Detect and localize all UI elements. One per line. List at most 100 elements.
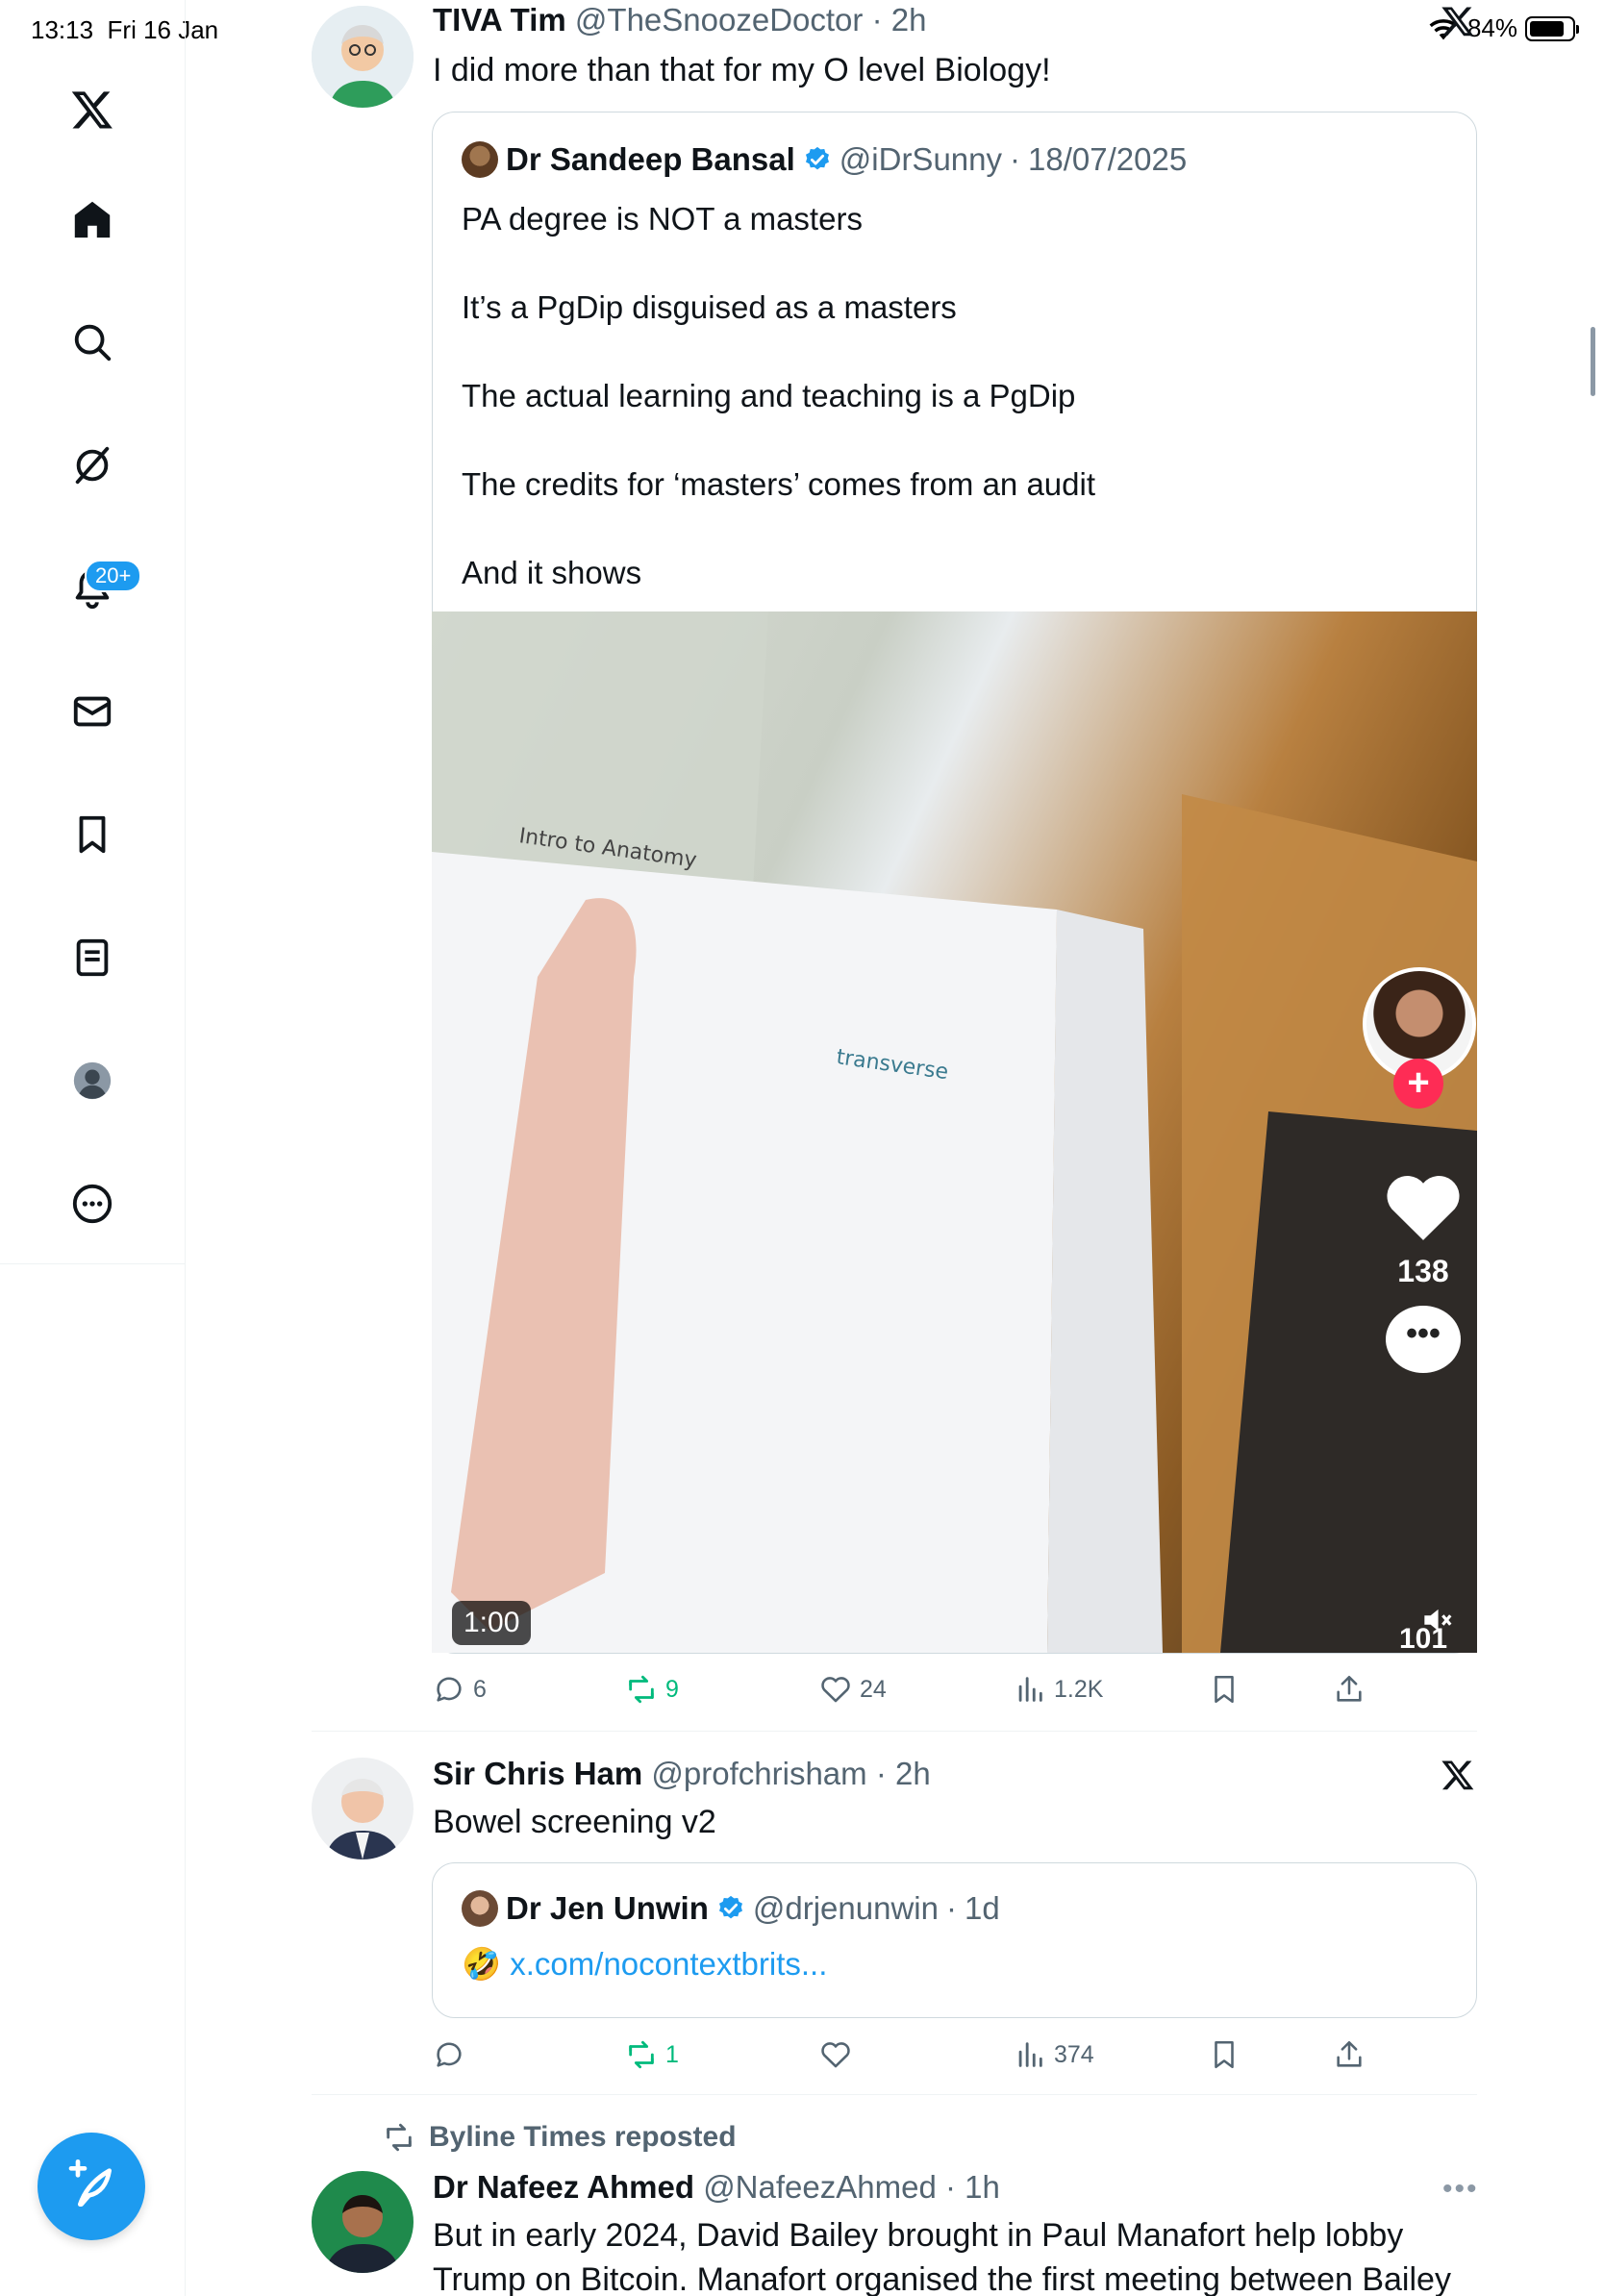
views-count: 374 xyxy=(1054,2040,1094,2068)
quoted-line: PA degree is NOT a masters xyxy=(462,201,863,237)
quoted-author-handle: @iDrSunny xyxy=(839,141,1003,177)
quoted-author-name: Dr Sandeep Bansal xyxy=(506,141,795,177)
sidebar-divider xyxy=(0,1263,186,1264)
tweet-divider xyxy=(312,1731,1477,1732)
quoted-author-name: Dr Jen Unwin xyxy=(506,1890,709,1926)
tweet-more-options-icon[interactable]: ••• xyxy=(1442,2173,1479,2206)
mute-icon[interactable] xyxy=(1418,1602,1455,1638)
compose-post-button[interactable] xyxy=(38,2133,145,2240)
x-logo-icon xyxy=(1441,7,1474,37)
share-button[interactable] xyxy=(1333,2038,1366,2071)
author-name[interactable]: Dr Nafeez Ahmed xyxy=(433,2169,694,2205)
tweet-text: I did more than that for my O level Biol… xyxy=(433,52,1051,88)
tweet-author-avatar[interactable] xyxy=(312,1758,414,1859)
verified-badge-icon xyxy=(805,146,829,170)
quoted-author-avatar xyxy=(462,1890,498,1927)
tweet-actions: 6 9 24 1.2K xyxy=(433,1673,1394,1715)
tweet-time[interactable]: 1h xyxy=(965,2169,1000,2205)
tweet-time[interactable]: 2h xyxy=(891,2,927,37)
views-count: 1.2K xyxy=(1054,1675,1104,1703)
share-icon xyxy=(1337,1675,1362,1702)
views-button[interactable]: 374 xyxy=(1014,2038,1094,2071)
quoted-tweet-header: Dr Jen Unwin @drjenunwin · 1d xyxy=(462,1890,1000,1927)
repost-label: Byline Times reposted xyxy=(429,2121,737,2153)
quoted-line: It’s a PgDip disguised as a masters xyxy=(462,289,957,325)
repost-icon xyxy=(387,2123,412,2152)
repost-button[interactable]: 1 xyxy=(625,2038,679,2071)
like-count: 24 xyxy=(860,1675,887,1703)
quoted-author-handle: @drjenunwin xyxy=(752,1890,939,1926)
bookmark-icon xyxy=(1215,2040,1234,2069)
quoted-tweet-text: 🤣 x.com/nocontextbrits... xyxy=(462,1946,827,1984)
repost-count: 9 xyxy=(665,1675,679,1703)
tweet-author-avatar[interactable] xyxy=(312,6,414,108)
author-name[interactable]: Sir Chris Ham xyxy=(433,1756,642,1791)
quoted-tweet-time: 1d xyxy=(964,1890,1000,1926)
quoted-line: The actual learning and teaching is a Pg… xyxy=(462,378,1076,413)
reply-button[interactable]: 6 xyxy=(433,1673,487,1706)
notifications-badge: 20+ xyxy=(85,560,142,592)
repost-icon xyxy=(629,1675,654,1704)
bookmark-button[interactable] xyxy=(1208,1673,1241,1706)
like-button[interactable] xyxy=(819,2038,860,2071)
bookmarks-icon[interactable] xyxy=(62,804,123,865)
reply-icon xyxy=(437,2042,462,2067)
views-chart-icon xyxy=(1018,1677,1042,1702)
video-duration: 1:00 xyxy=(452,1601,532,1645)
author-handle[interactable]: @TheSnoozeDoctor xyxy=(575,2,863,37)
home-icon[interactable] xyxy=(62,188,123,250)
like-heart-icon xyxy=(821,1677,850,1703)
author-handle[interactable]: @NafeezAhmed xyxy=(703,2169,937,2205)
video-like-count: 138 xyxy=(1397,1254,1449,1288)
share-button[interactable] xyxy=(1333,1673,1366,1706)
more-options-icon[interactable] xyxy=(62,1173,123,1235)
quoted-line: And it shows xyxy=(462,555,642,590)
video-like-icon[interactable] xyxy=(1384,1169,1463,1242)
tweet-header: Dr Nafeez Ahmed @NafeezAhmed · 1h xyxy=(433,2169,1000,2205)
quoted-author-avatar xyxy=(462,141,498,178)
like-heart-icon xyxy=(821,2042,850,2068)
repost-button[interactable]: 9 xyxy=(625,1673,679,1706)
tweet-text-line: But in early 2024, David Bailey brought … xyxy=(433,2217,1404,2254)
search-icon[interactable] xyxy=(62,312,123,373)
quoted-link[interactable]: x.com/nocontextbrits... xyxy=(510,1946,827,1982)
quoted-tweet-card[interactable]: Dr Jen Unwin @drjenunwin · 1d 🤣 x.com/noco… xyxy=(432,1862,1477,2018)
quoted-tweet-date: 18/07/2025 xyxy=(1028,141,1188,177)
tweet-header: Sir Chris Ham @profchrisham · 2h xyxy=(433,1756,931,1791)
quoted-line: The credits for ‘masters’ comes from an … xyxy=(462,466,1096,502)
video-frame: Intro to Anatomy transverse xyxy=(432,611,1477,1653)
like-button[interactable]: 24 xyxy=(819,1673,887,1706)
verified-badge-icon xyxy=(718,1895,742,1919)
tweet-divider xyxy=(312,2094,1477,2095)
scrollbar-thumb[interactable] xyxy=(1591,327,1595,396)
quoted-tweet-header: Dr Sandeep Bansal @iDrSunny · 18/07/2025 xyxy=(462,141,1187,178)
lists-icon[interactable] xyxy=(62,927,123,988)
reply-button[interactable] xyxy=(433,2038,473,2071)
quoted-tweet-text: PA degree is NOT a masters It’s a PgDip … xyxy=(462,197,1095,595)
messages-envelope-icon[interactable] xyxy=(62,681,123,742)
author-handle[interactable]: @profchrisham xyxy=(651,1756,866,1791)
reply-count: 6 xyxy=(473,1675,487,1703)
bookmark-icon xyxy=(1215,1675,1234,1704)
bookmark-button[interactable] xyxy=(1208,2038,1241,2071)
views-button[interactable]: 1.2K xyxy=(1014,1673,1103,1706)
tweet-text: Bowel screening v2 xyxy=(433,1804,716,1840)
tweet-header: TIVA Tim @TheSnoozeDoctor · 2h xyxy=(433,2,927,37)
share-icon xyxy=(1337,2040,1362,2067)
emoji: 🤣 xyxy=(462,1946,502,1982)
compose-feather-icon xyxy=(68,2159,112,2207)
sidebar-nav: 20+ xyxy=(0,0,186,2296)
video-comment-icon[interactable]: ••• xyxy=(1386,1306,1461,1373)
battery-icon xyxy=(1525,15,1579,41)
embedded-video[interactable]: Intro to Anatomy transverse + 138 ••• 10… xyxy=(432,611,1477,1653)
follow-plus-icon[interactable]: + xyxy=(1393,1059,1443,1109)
grok-icon[interactable] xyxy=(62,435,123,496)
profile-avatar-icon[interactable] xyxy=(62,1050,123,1111)
tweet-actions: 1 374 xyxy=(433,2038,1394,2081)
tweet-author-avatar[interactable] xyxy=(312,2171,414,2273)
tweet-text: But in early 2024, David Bailey brought … xyxy=(433,2213,1451,2296)
repost-context[interactable]: Byline Times reposted xyxy=(383,2121,737,2154)
author-name[interactable]: TIVA Tim xyxy=(433,2,566,37)
tweet-time[interactable]: 2h xyxy=(895,1756,931,1791)
x-home-logo-icon[interactable] xyxy=(62,79,123,140)
